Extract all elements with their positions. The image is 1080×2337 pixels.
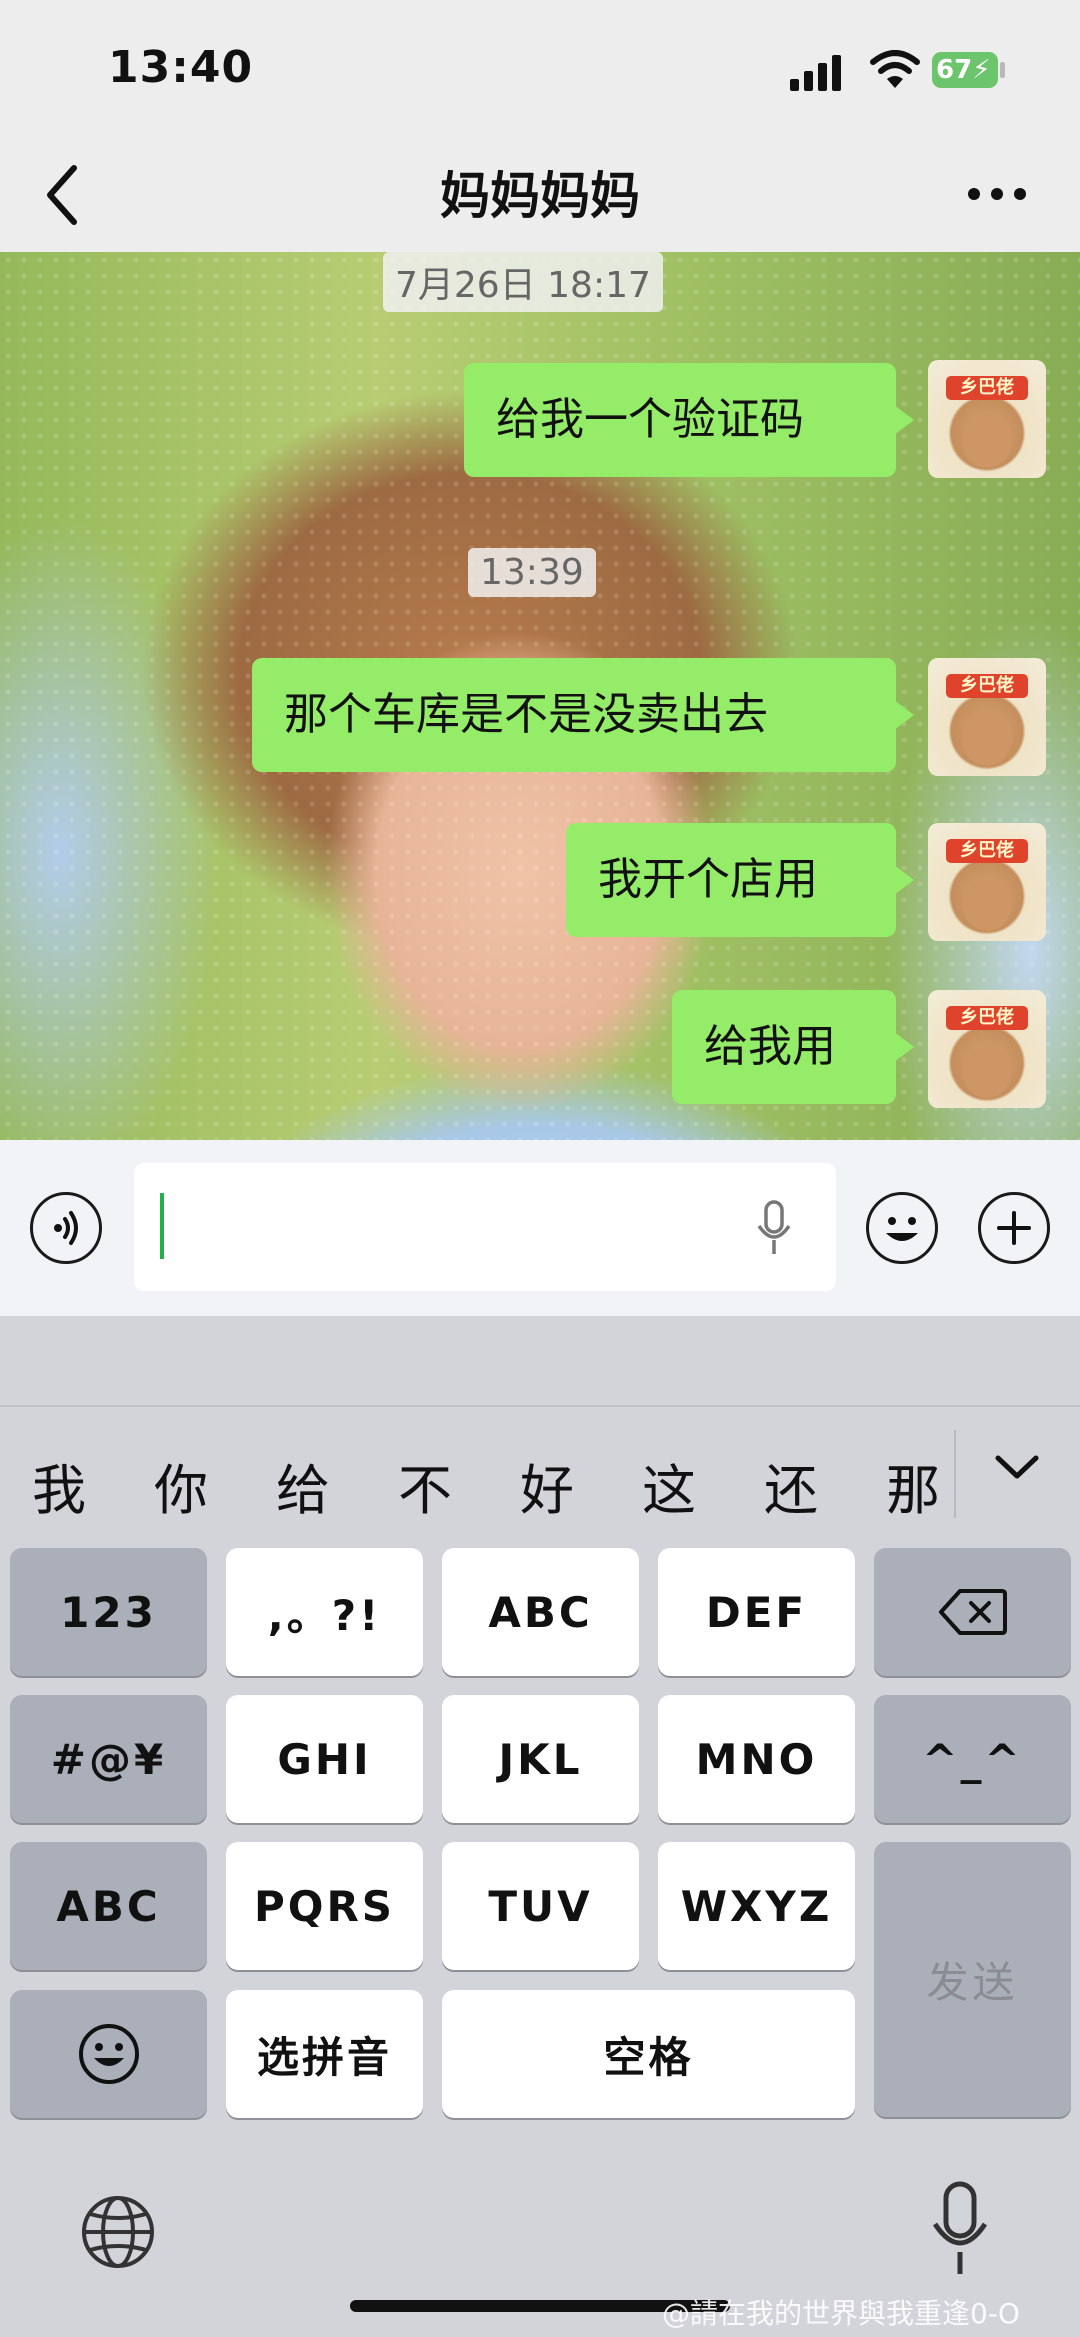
avatar-label: 乡巴佬 (946, 376, 1028, 400)
key-mno[interactable]: MNO (658, 1695, 855, 1823)
key-emoticon[interactable]: ^_^ (874, 1695, 1071, 1823)
key-pqrs[interactable]: PQRS (226, 1842, 423, 1970)
wifi-icon (870, 50, 920, 88)
keyboard-divider (0, 1405, 1080, 1407)
battery-level: 67 (936, 55, 973, 85)
battery-indicator: 67⚡ (932, 52, 998, 88)
key-123[interactable]: 123 (10, 1548, 207, 1676)
key-tuv[interactable]: TUV (442, 1842, 639, 1970)
avatar-label: 乡巴佬 (946, 674, 1028, 698)
key-abc-switch[interactable]: ABC (10, 1842, 207, 1970)
emoji-icon (886, 1217, 918, 1241)
globe-icon[interactable] (78, 2192, 158, 2272)
microphone-icon[interactable] (756, 1200, 792, 1256)
avatar[interactable]: 乡巴佬 (928, 360, 1046, 478)
candidate-word[interactable]: 不 (398, 1446, 452, 1525)
candidate-word[interactable]: 我 (32, 1446, 86, 1525)
key-jkl[interactable]: JKL (442, 1695, 639, 1823)
status-time: 13:40 (108, 42, 254, 93)
text-caret (160, 1193, 164, 1259)
candidate-word[interactable]: 你 (154, 1446, 208, 1525)
avatar-face (962, 875, 1012, 931)
avatar[interactable]: 乡巴佬 (928, 823, 1046, 941)
charging-bolt-icon: ⚡ (972, 55, 991, 85)
candidate-word[interactable]: 好 (520, 1446, 574, 1525)
cellular-signal-icon (790, 55, 841, 91)
battery-cap (1000, 62, 1005, 78)
plus-icon (997, 1211, 1031, 1245)
emoji-key[interactable] (10, 1990, 207, 2118)
key-select-pinyin[interactable]: 选拼音 (226, 1990, 423, 2118)
candidate-word[interactable]: 那 (886, 1446, 940, 1525)
key-abc[interactable]: ABC (442, 1548, 639, 1676)
avatar-label: 乡巴佬 (946, 839, 1028, 863)
watermark: @請在我的世界與我重逢0-O (662, 2297, 1020, 2330)
message-bubble[interactable]: 给我一个验证码 (464, 363, 914, 477)
ellipsis-icon[interactable] (966, 168, 1028, 220)
backspace-key[interactable] (874, 1548, 1071, 1676)
plus-button[interactable] (978, 1192, 1050, 1264)
candidate-separator (954, 1430, 956, 1518)
key-ghi[interactable]: GHI (226, 1695, 423, 1823)
voice-icon (54, 1211, 78, 1245)
avatar-face (962, 412, 1012, 468)
candidate-word[interactable]: 给 (276, 1446, 330, 1525)
backspace-icon (938, 1589, 1007, 1635)
timestamp: 13:39 (468, 548, 596, 597)
key-punctuation[interactable]: ,。?! (226, 1548, 423, 1676)
key-symbols[interactable]: #@¥ (10, 1695, 207, 1823)
key-def[interactable]: DEF (658, 1548, 855, 1676)
send-key[interactable]: 发送 (874, 1842, 1071, 2117)
avatar-label: 乡巴佬 (946, 1006, 1028, 1030)
candidate-word[interactable]: 这 (642, 1446, 696, 1525)
chevron-down-icon[interactable] (992, 1448, 1042, 1488)
candidate-word[interactable]: 还 (764, 1446, 818, 1525)
chat-title: 妈妈妈妈 (440, 167, 640, 225)
message-bubble[interactable]: 给我用 (672, 990, 914, 1104)
timestamp: 7月26日 18:17 (383, 252, 663, 312)
message-input[interactable] (134, 1163, 836, 1291)
space-key[interactable]: 空格 (442, 1990, 855, 2118)
avatar-face (962, 710, 1012, 766)
emoji-button[interactable] (866, 1192, 938, 1264)
key-wxyz[interactable]: WXYZ (658, 1842, 855, 1970)
microphone-icon[interactable] (930, 2180, 990, 2280)
emoji-icon (78, 2024, 139, 2084)
voice-button[interactable] (30, 1192, 102, 1264)
message-bubble[interactable]: 那个车库是不是没卖出去 (252, 658, 914, 772)
avatar[interactable]: 乡巴佬 (928, 658, 1046, 776)
avatar-face (962, 1042, 1012, 1098)
avatar[interactable]: 乡巴佬 (928, 990, 1046, 1108)
message-bubble[interactable]: 我开个店用 (566, 823, 914, 937)
